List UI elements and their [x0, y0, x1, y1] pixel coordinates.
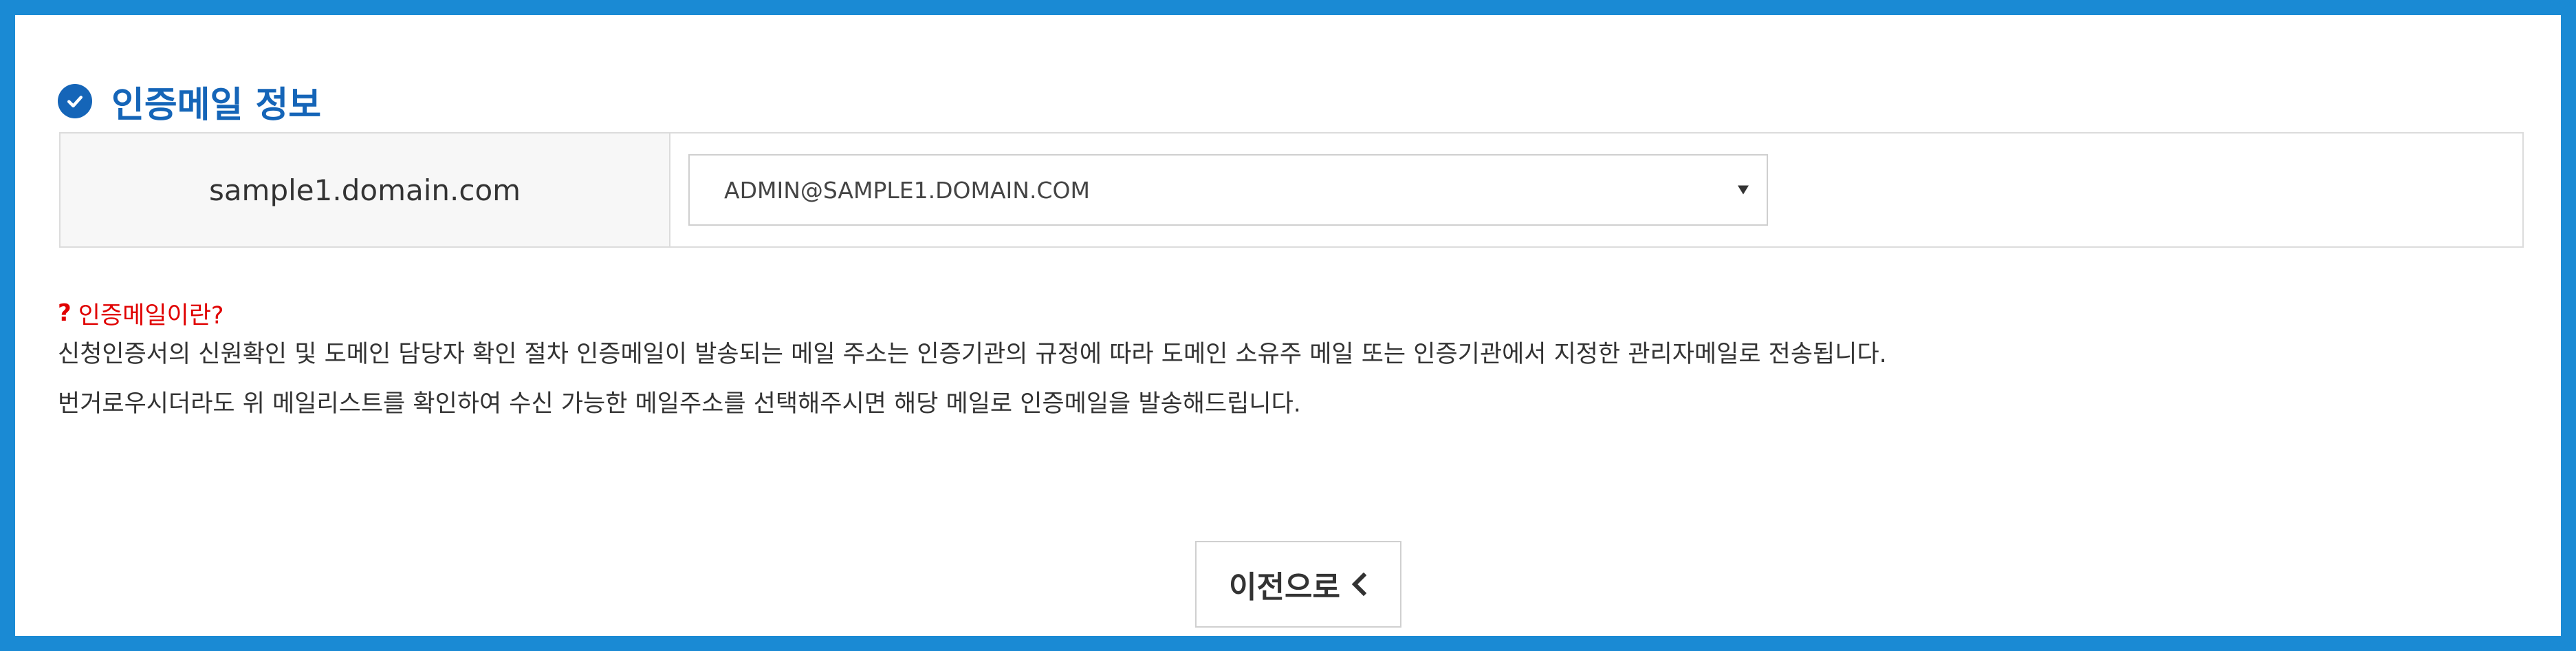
domain-name: sample1.domain.com: [208, 173, 521, 207]
dropdown-arrow-icon[interactable]: [1738, 185, 1749, 195]
question-mark-icon: ?: [58, 299, 72, 327]
content-frame: 인증메일 정보 sample1.domain.com ADMIN@SAMPLE1…: [15, 15, 2561, 636]
section-title-text: 인증메일 정보: [111, 84, 322, 126]
check-circle-icon: [58, 84, 92, 118]
help-heading-text: 인증메일이란?: [78, 301, 224, 330]
prev-button-label: 이전으로: [1229, 570, 1340, 605]
section-title: 인증메일 정보: [58, 74, 321, 129]
chevron-left-icon: [1350, 573, 1368, 596]
email-info-table: sample1.domain.com ADMIN@SAMPLE1.DOMAIN.…: [59, 132, 2524, 248]
help-text-line: 신청인증서의 신원확인 및 도메인 담당자 확인 절차 인증메일이 발송되는 메…: [58, 341, 1887, 368]
email-select[interactable]: ADMIN@SAMPLE1.DOMAIN.COM: [688, 154, 1768, 226]
prev-button[interactable]: 이전으로: [1195, 541, 1401, 628]
email-select-value: ADMIN@SAMPLE1.DOMAIN.COM: [724, 176, 1090, 204]
email-select-cell: ADMIN@SAMPLE1.DOMAIN.COM: [670, 134, 2522, 246]
help-block: ? 인증메일이란? 신청인증서의 신원확인 및 도메인 담당자 확인 절차 인증…: [58, 294, 2533, 429]
domain-cell: sample1.domain.com: [61, 134, 670, 246]
help-text-line: 번거로우시더라도 위 메일리스트를 확인하여 수신 가능한 메일주소를 선택해주…: [58, 390, 1301, 418]
help-heading: ? 인증메일이란?: [58, 294, 2533, 332]
